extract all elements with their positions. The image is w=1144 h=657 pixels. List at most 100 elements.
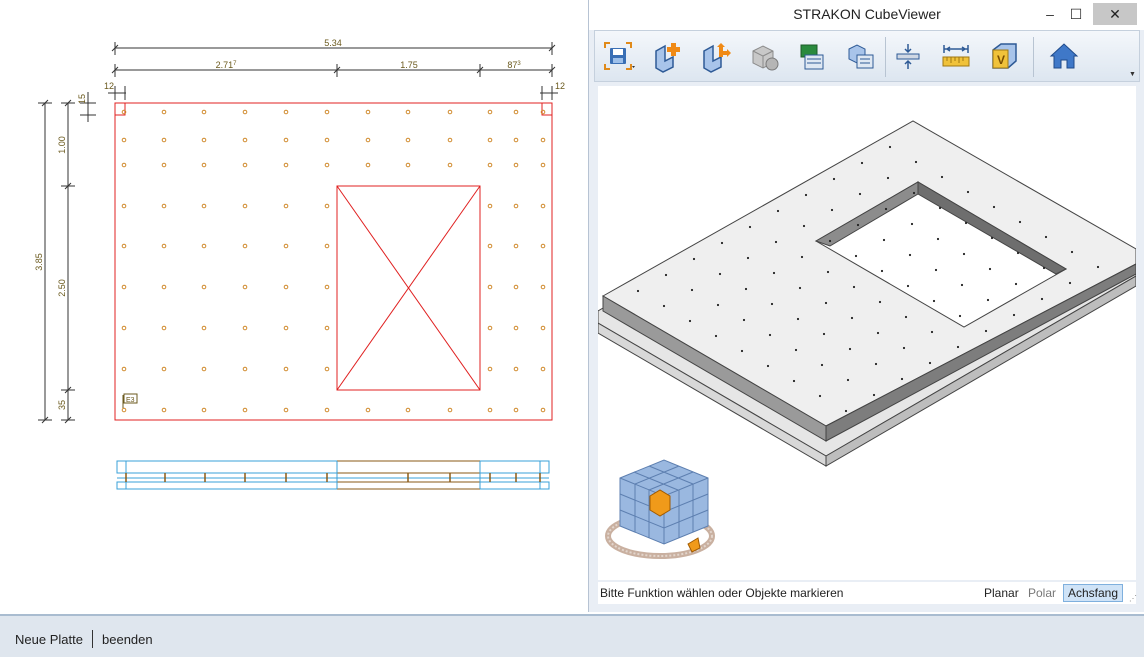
anchor-point	[365, 137, 371, 143]
anchor-dot	[830, 208, 834, 212]
anchor-point	[242, 243, 248, 249]
import-button[interactable]	[795, 39, 829, 73]
anchor-point	[513, 243, 519, 249]
export-button[interactable]	[843, 39, 877, 73]
dim-left-seg2: 2.50	[57, 279, 67, 297]
anchor-point	[121, 366, 127, 372]
section-button[interactable]	[891, 39, 925, 73]
home-icon	[1049, 43, 1079, 69]
title-bar[interactable]: STRAKON CubeViewer – ☐ ✕	[589, 0, 1144, 30]
anchor-point	[540, 366, 546, 372]
slab-outline[interactable]	[114, 102, 553, 421]
dim-top-seg1: 2.717	[216, 60, 238, 70]
dim-left-total: 3.85	[34, 253, 44, 271]
cubeviewer-window[interactable]: STRAKON CubeViewer – ☐ ✕ V ▼ Bitte Funkt…	[588, 0, 1144, 612]
svg-text:V: V	[997, 53, 1005, 67]
anchor-dot	[818, 394, 822, 398]
anchor-point	[201, 109, 207, 115]
anchor-point	[161, 325, 167, 331]
mode-polar-button[interactable]: Polar	[1024, 584, 1060, 602]
close-button[interactable]: ✕	[1093, 3, 1137, 25]
anchor-dot	[692, 257, 696, 261]
maximize-button[interactable]: ☐	[1063, 3, 1089, 25]
plan-view[interactable]: 5.34 2.717 1.75 873 12 12 3.85 1.00 2.50…	[0, 0, 588, 612]
anchor-point	[447, 407, 453, 413]
anchor-point	[161, 203, 167, 209]
anchor-point	[242, 162, 248, 168]
dim-right-offset: 12	[555, 81, 565, 91]
anchor-point	[283, 366, 289, 372]
mode-planar-button[interactable]: Planar	[980, 584, 1023, 602]
dim-top-seg3: 873	[507, 60, 521, 70]
navigation-cube[interactable]	[605, 459, 715, 559]
anchor-dot	[688, 319, 692, 323]
anchor-dot	[850, 316, 854, 320]
anchor-point	[540, 243, 546, 249]
anchor-dot	[636, 289, 640, 293]
anchor-point	[161, 407, 167, 413]
save-icon	[604, 42, 635, 70]
anchor-point	[513, 366, 519, 372]
anchor-point	[540, 203, 546, 209]
anchor-dot	[848, 347, 852, 351]
view-cube-button[interactable]: V	[987, 39, 1021, 73]
anchor-dot	[846, 378, 850, 382]
anchor-dot	[872, 393, 876, 397]
view-cube-icon: V	[992, 43, 1017, 69]
anchor-dot	[860, 161, 864, 165]
anchor-point	[513, 203, 519, 209]
anchor-point	[283, 203, 289, 209]
add-object-icon	[655, 43, 680, 73]
status-bar: Bitte Funktion wählen oder Objekte marki…	[598, 582, 1136, 604]
anchor-dot	[856, 223, 860, 227]
command-option-end[interactable]: beenden	[102, 632, 153, 647]
add-object-button[interactable]	[651, 39, 685, 73]
anchor-dot	[822, 332, 826, 336]
anchor-point	[487, 284, 493, 290]
anchor-dot	[718, 272, 722, 276]
anchor-point	[513, 137, 519, 143]
command-separator	[92, 630, 93, 648]
left-dimension-chain	[38, 92, 96, 424]
anchor-point	[487, 243, 493, 249]
anchor-dot	[938, 206, 942, 210]
move-object-button[interactable]	[699, 39, 733, 73]
anchor-dot	[932, 299, 936, 303]
anchor-dot	[908, 253, 912, 257]
drawing-area[interactable]: 5.34 2.717 1.75 873 12 12 3.85 1.00 2.50…	[0, 0, 588, 612]
home-button[interactable]	[1047, 39, 1081, 73]
mode-achsfang-button[interactable]: Achsfang	[1063, 584, 1124, 602]
dim-left-seg3: 35	[57, 400, 67, 410]
anchor-dot	[748, 225, 752, 229]
anchor-point	[487, 203, 493, 209]
anchor-point	[405, 162, 411, 168]
dim-left-seg1: 1.00	[57, 136, 67, 154]
anchor-point	[487, 407, 493, 413]
3d-viewport[interactable]	[598, 86, 1136, 580]
anchor-point	[283, 243, 289, 249]
anchor-dot	[878, 300, 882, 304]
anchor-point	[540, 162, 546, 168]
anchor-dot	[912, 191, 916, 195]
anchor-dot	[988, 267, 992, 271]
anchor-point	[161, 162, 167, 168]
resize-grip-icon[interactable]: ⋰	[1129, 594, 1137, 603]
anchor-dot	[1070, 250, 1074, 254]
command-line[interactable]: Neue Platte beenden	[0, 614, 1144, 657]
slab-3d-model[interactable]	[598, 86, 1136, 580]
anchor-dot	[966, 190, 970, 194]
anchor-dot	[958, 314, 962, 318]
object-settings-button[interactable]	[747, 39, 781, 73]
slab-tag[interactable]: E3	[122, 393, 138, 408]
anchor-point	[447, 109, 453, 115]
toolbar-overflow-icon[interactable]: ▼	[1129, 71, 1137, 79]
anchor-dot	[802, 224, 806, 228]
anchor-dot	[984, 329, 988, 333]
anchor-point	[201, 162, 207, 168]
section-view[interactable]	[116, 460, 550, 490]
measure-button[interactable]	[939, 39, 973, 73]
save-button[interactable]	[601, 39, 635, 73]
minimize-button[interactable]: –	[1037, 3, 1063, 25]
anchor-point	[540, 284, 546, 290]
anchor-point	[405, 137, 411, 143]
